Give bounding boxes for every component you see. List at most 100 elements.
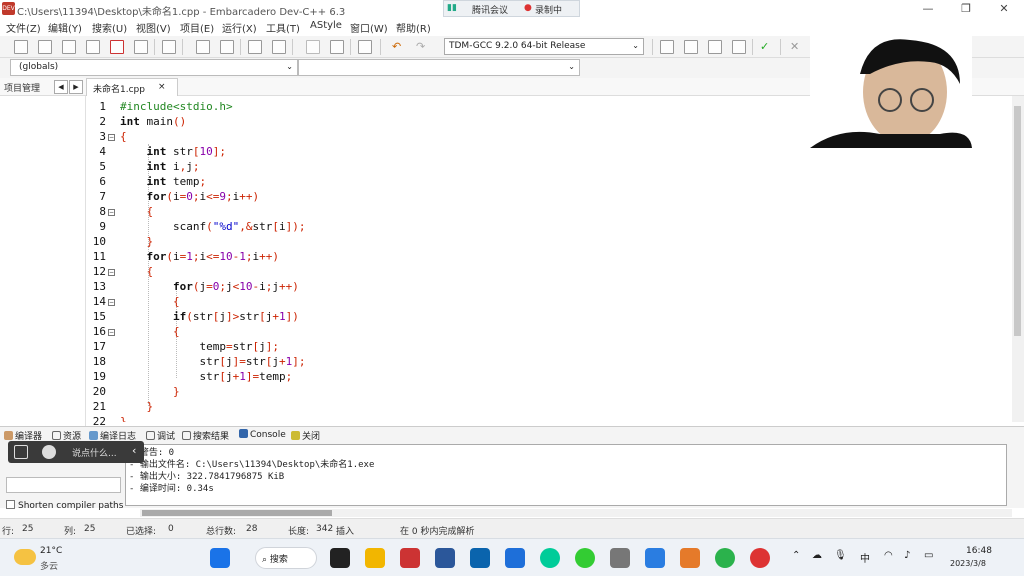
members-select[interactable]: ⌄ <box>298 59 580 76</box>
checkbox-box[interactable] <box>6 500 15 509</box>
app-icon-gray[interactable] <box>610 548 630 568</box>
code-line[interactable]: #include<stdio.h> <box>120 100 233 113</box>
tab-search-results[interactable]: 搜索结果 <box>182 429 229 442</box>
code-line[interactable]: { <box>120 130 127 143</box>
code-line[interactable]: { <box>120 295 180 308</box>
code-line[interactable]: int main() <box>120 115 186 128</box>
taskbar-search[interactable]: ⌕ 搜索 <box>255 547 317 569</box>
find-icon[interactable] <box>196 40 210 54</box>
weather-desc[interactable]: 多云 <box>40 559 58 572</box>
code-line[interactable]: for(i=0;i<=9;i++) <box>120 190 260 203</box>
open-file-icon[interactable] <box>38 40 52 54</box>
tab-close[interactable]: 关闭 <box>291 429 320 442</box>
edge-icon[interactable] <box>540 548 560 568</box>
code-line[interactable]: } <box>120 235 154 248</box>
record-label[interactable]: 录制中 <box>535 3 562 16</box>
wifi-icon[interactable]: ◠ <box>884 550 893 561</box>
tab-file[interactable]: 未命名1.cpp × <box>86 78 178 96</box>
menu-file[interactable]: 文件(Z) <box>6 20 41 35</box>
redo-icon[interactable]: ↷ <box>416 40 430 54</box>
horizontal-scrollbar[interactable] <box>140 509 1012 517</box>
code-line[interactable]: temp=str[j]; <box>120 340 279 353</box>
save-all-icon[interactable] <box>86 40 100 54</box>
maximize-button[interactable]: ❐ <box>958 2 974 16</box>
code-line[interactable]: } <box>120 415 127 422</box>
menu-project[interactable]: 项目(E) <box>180 20 214 35</box>
weather-temp[interactable]: 21°C <box>40 546 62 556</box>
cloud-icon[interactable]: ☁ <box>812 550 822 561</box>
menu-help[interactable]: 帮助(R) <box>396 20 431 35</box>
wechat-icon[interactable] <box>715 548 735 568</box>
tab-project-manager[interactable]: 项目管理 <box>4 81 40 94</box>
goto-function-icon[interactable] <box>272 40 286 54</box>
menu-window[interactable]: 窗口(W) <box>350 20 388 35</box>
undo-icon[interactable]: ↶ <box>392 40 406 54</box>
rebuild-icon[interactable] <box>732 40 746 54</box>
tab-debug[interactable]: 调试 <box>146 429 175 442</box>
run-icon[interactable] <box>684 40 698 54</box>
code-line[interactable]: { <box>120 325 180 338</box>
code-line[interactable]: scanf("%d",&str[i]); <box>120 220 306 233</box>
meeting-app-label[interactable]: 腾讯会议 <box>472 3 508 16</box>
close-window-button[interactable]: ✕ <box>996 2 1012 16</box>
code-line[interactable]: } <box>120 400 154 413</box>
app-icon-blue[interactable] <box>505 548 525 568</box>
menu-astyle[interactable]: AStyle <box>310 20 342 31</box>
app-icon-red[interactable] <box>400 548 420 568</box>
menu-view[interactable]: 视图(V) <box>136 20 171 35</box>
chat-placeholder[interactable]: 说点什么... <box>72 446 117 459</box>
new-file-icon[interactable] <box>14 40 28 54</box>
print-icon[interactable] <box>162 40 176 54</box>
code-line[interactable]: } <box>120 385 180 398</box>
code-line[interactable]: str[j+1]=temp; <box>120 370 292 383</box>
app-icon-green[interactable] <box>575 548 595 568</box>
clock-date[interactable]: 2023/3/8 <box>950 559 986 568</box>
fold-toggle-icon[interactable]: − <box>108 269 115 276</box>
tab-console[interactable]: Console <box>239 429 286 440</box>
code-line[interactable]: for(j=0;j<10-i;j++) <box>120 280 299 293</box>
code-line[interactable]: int str[10]; <box>120 145 227 158</box>
clock-time[interactable]: 16:48 <box>966 546 992 556</box>
mail-icon[interactable] <box>470 548 490 568</box>
compile-icon[interactable] <box>660 40 674 54</box>
close-all-icon[interactable] <box>134 40 148 54</box>
word-icon[interactable] <box>435 548 455 568</box>
chat-input[interactable] <box>6 477 121 493</box>
battery-icon[interactable]: ▭ <box>924 550 933 561</box>
fold-toggle-icon[interactable]: − <box>108 329 115 336</box>
goto-line-icon[interactable] <box>248 40 262 54</box>
code-line[interactable]: for(i=1;i<=10-1;i++) <box>120 250 280 263</box>
tab-next-button[interactable]: ▶ <box>69 80 83 94</box>
code-line[interactable]: if(str[j]>str[j+1]) <box>120 310 299 323</box>
mic-icon[interactable]: 🎙 <box>834 550 847 561</box>
indent-icon[interactable] <box>330 40 344 54</box>
globals-select[interactable]: (globals) ⌄ <box>10 59 298 76</box>
meeting-app-icon[interactable] <box>645 548 665 568</box>
check-icon[interactable]: ✓ <box>760 40 774 54</box>
emoji-icon[interactable] <box>42 445 56 459</box>
task-view-icon[interactable] <box>330 548 350 568</box>
shield-icon[interactable] <box>358 40 372 54</box>
minimize-button[interactable]: — <box>920 2 936 16</box>
file-explorer-icon[interactable] <box>365 548 385 568</box>
compile-run-icon[interactable] <box>708 40 722 54</box>
code-line[interactable]: int i,j; <box>120 160 200 173</box>
fold-toggle-icon[interactable]: − <box>108 134 115 141</box>
code-line[interactable]: { <box>120 265 154 278</box>
fold-toggle-icon[interactable]: − <box>108 209 115 216</box>
menu-search[interactable]: 搜索(U) <box>92 20 127 35</box>
menu-run[interactable]: 运行(X) <box>222 20 257 35</box>
unindent-icon[interactable] <box>306 40 320 54</box>
start-icon[interactable] <box>210 548 230 568</box>
stop-icon[interactable]: ✕ <box>790 40 804 54</box>
matlab-icon[interactable] <box>680 548 700 568</box>
menu-tools[interactable]: 工具(T) <box>266 20 300 35</box>
save-icon[interactable] <box>62 40 76 54</box>
menu-edit[interactable]: 编辑(Y) <box>48 20 82 35</box>
ime-indicator[interactable]: 中 <box>860 550 870 565</box>
compiler-select[interactable]: TDM-GCC 9.2.0 64-bit Release ⌄ <box>444 38 644 55</box>
volume-icon[interactable]: ♪ <box>904 550 910 561</box>
chevron-up-icon[interactable]: ⌃ <box>792 550 800 561</box>
code-line[interactable]: { <box>120 205 154 218</box>
code-line[interactable]: int temp; <box>120 175 207 188</box>
